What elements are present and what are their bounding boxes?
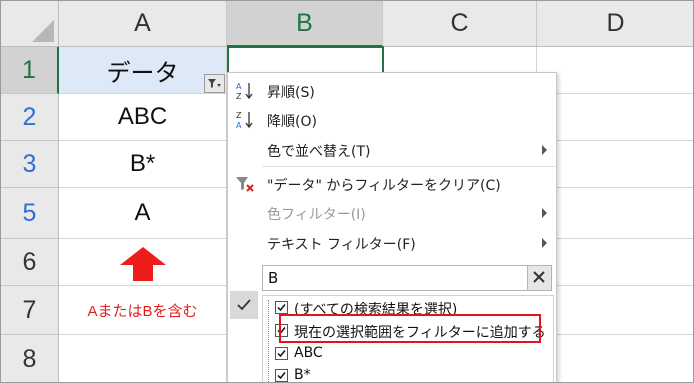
row-header-5[interactable]: 5 [1, 188, 59, 239]
list-item-label: ABC [294, 345, 323, 361]
cell-a7-note[interactable]: AまたはBを含む [59, 286, 227, 335]
sort-by-color-item[interactable]: 色で並べ替え(T) [228, 136, 556, 164]
clear-filter-label: "データ" からフィルターをクリア(C) [267, 178, 501, 194]
text-filter-item[interactable]: テキスト フィルター(F) [228, 229, 556, 257]
clear-filter-icon [236, 177, 254, 192]
sort-by-color-label: 色で並べ替え(T) [267, 144, 371, 160]
cell-d7[interactable] [537, 286, 693, 335]
row-header-8[interactable]: 8 [1, 335, 59, 382]
submenu-arrow-icon [542, 208, 547, 218]
column-header-b[interactable]: B [227, 1, 383, 47]
cell-a8[interactable] [59, 335, 227, 382]
cell-d6[interactable] [537, 239, 693, 286]
sort-ascending-label: 昇順(S) [267, 85, 315, 101]
row-header-7[interactable]: 7 [1, 286, 59, 335]
cell-d3[interactable] [537, 141, 693, 188]
red-up-arrow-icon [120, 247, 166, 281]
row-header-1[interactable]: 1 [1, 47, 59, 94]
sort-ascending-icon: A Z [236, 82, 253, 101]
color-filter-label: 色フィルター(I) [267, 207, 366, 223]
cell-d2[interactable] [537, 94, 693, 141]
spreadsheet: A B C D 1 2 3 5 6 7 8 データ ABC B* A AまたはB… [0, 0, 694, 383]
row-header-3[interactable]: 3 [1, 141, 59, 188]
submenu-arrow-icon [542, 238, 547, 248]
tree-connector-line [268, 300, 269, 382]
cell-d5[interactable] [537, 188, 693, 239]
column-header-c[interactable]: C [383, 1, 537, 47]
select-all-corner[interactable] [1, 1, 59, 47]
filter-dropdown-button[interactable] [204, 74, 225, 93]
select-all-triangle-icon [32, 20, 54, 42]
list-item-label: B* [294, 367, 311, 383]
cell-a5[interactable]: A [59, 188, 227, 239]
filter-search-value: B [268, 269, 279, 287]
highlight-box [279, 314, 541, 343]
checkbox[interactable] [275, 347, 288, 360]
checkmark-icon [277, 372, 286, 380]
cell-a2[interactable]: ABC [59, 94, 227, 141]
sort-descending-label: 降順(O) [267, 114, 317, 130]
cell-d1[interactable] [537, 47, 693, 94]
svg-text:A: A [236, 82, 242, 91]
clear-filter-item[interactable]: "データ" からフィルターをクリア(C) [228, 170, 556, 198]
row-header-2[interactable]: 2 [1, 94, 59, 141]
checkmark-icon [277, 350, 286, 358]
cell-a3[interactable]: B* [59, 141, 227, 188]
filter-search-input[interactable]: B [262, 265, 552, 291]
submenu-arrow-icon [542, 145, 547, 155]
checkmark-icon [277, 304, 286, 312]
cell-d8[interactable] [537, 335, 693, 382]
svg-text:Z: Z [236, 92, 242, 101]
cell-a1[interactable]: データ [59, 47, 227, 94]
svg-text:Z: Z [236, 111, 242, 120]
svg-text:A: A [236, 121, 242, 130]
sort-descending-item[interactable]: Z A 降順(O) [228, 106, 556, 134]
checkbox[interactable] [275, 301, 288, 314]
sort-ascending-item[interactable]: A Z 昇順(S) [228, 77, 556, 105]
checkbox[interactable] [275, 369, 288, 382]
checked-state-indicator [230, 291, 258, 319]
search-clear-button[interactable] [527, 266, 551, 290]
filter-funnel-icon [208, 79, 221, 88]
column-header-a[interactable]: A [59, 1, 227, 47]
checkmark-icon [237, 299, 251, 311]
row-header-6[interactable]: 6 [1, 239, 59, 286]
column-header-d[interactable]: D [537, 1, 693, 47]
color-filter-item[interactable]: 色フィルター(I) [228, 199, 556, 227]
menu-separator [262, 166, 556, 167]
sort-descending-icon: Z A [236, 111, 253, 130]
close-icon [533, 271, 545, 283]
text-filter-label: テキスト フィルター(F) [267, 237, 416, 253]
